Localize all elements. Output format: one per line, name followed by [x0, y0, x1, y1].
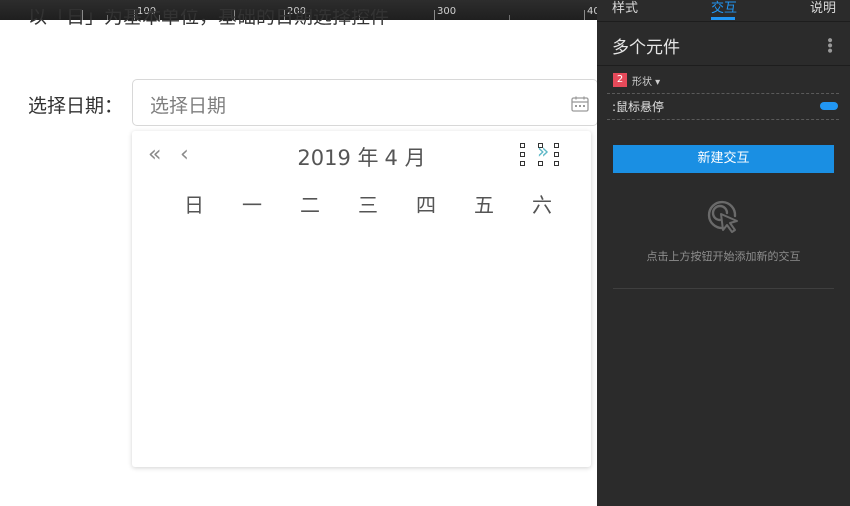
calendar-icon[interactable] — [571, 96, 589, 112]
date-input-placeholder: 选择日期 — [150, 95, 227, 117]
weekday-label: 三 — [358, 193, 378, 217]
inspector-tabs: 样式 交互 说明 — [597, 0, 850, 20]
resize-handle[interactable] — [520, 152, 525, 157]
resize-handle[interactable] — [554, 161, 559, 166]
weekday-label: 六 — [532, 193, 552, 217]
shape-selector[interactable]: 2 形状 ▾ — [613, 72, 660, 88]
tab-notes[interactable]: 说明 — [810, 0, 836, 16]
more-options-icon[interactable]: ••• — [821, 36, 837, 52]
resize-handle[interactable] — [520, 161, 525, 166]
new-interaction-button[interactable]: 新建交互 — [613, 145, 834, 173]
weekday-label: 二 — [300, 193, 320, 217]
date-input[interactable]: 选择日期 — [132, 79, 598, 126]
shape-count-badge: 2 — [613, 73, 627, 87]
app-root: 100 200 300 40 以「日」为基本单位，基础的日期选择控件 选择日期：… — [0, 0, 850, 506]
resize-handle[interactable] — [520, 143, 525, 148]
hover-event-label: :鼠标悬停 — [612, 100, 665, 114]
intro-text: 以「日」为基本单位，基础的日期选择控件 — [28, 9, 390, 28]
divider — [613, 288, 834, 289]
panel-title: 多个元件 — [612, 38, 680, 58]
tab-interaction[interactable]: 交互 — [711, 0, 737, 16]
shape-dropdown-label[interactable]: 形状 ▾ — [632, 73, 660, 88]
active-tab-indicator — [711, 17, 735, 20]
chevron-right-icon[interactable]: » — [537, 141, 549, 161]
resize-handle[interactable] — [554, 143, 559, 148]
weekday-label: 四 — [416, 193, 436, 217]
month-label[interactable]: 4 月 — [385, 146, 426, 170]
divider — [597, 21, 850, 22]
date-picker-dropdown: « ‹ 2019 年4 月 » 日 一 二 三 四 五 六 — [132, 131, 591, 467]
weekday-label: 一 — [242, 193, 262, 217]
click-cursor-icon — [707, 200, 738, 233]
hover-event-row[interactable]: :鼠标悬停 — [607, 93, 839, 120]
year-label[interactable]: 2019 年 — [297, 146, 378, 170]
ruler-tick — [584, 10, 585, 20]
ruler-label: 300 — [437, 6, 457, 17]
divider — [597, 65, 850, 66]
weekday-label: 日 — [184, 193, 204, 217]
date-field-label: 选择日期： — [28, 95, 124, 117]
ruler-tick — [434, 10, 435, 20]
resize-handle[interactable] — [554, 152, 559, 157]
hover-event-toggle[interactable] — [820, 102, 838, 110]
tab-style[interactable]: 样式 — [612, 0, 638, 16]
weekday-label: 五 — [474, 193, 494, 217]
inspector-panel: 样式 交互 说明 多个元件 ••• 2 形状 ▾ :鼠标悬停 新建交互 点击上方… — [597, 0, 850, 506]
empty-state-hint: 点击上方按钮开始添加新的交互 — [646, 250, 801, 263]
ruler-tick — [509, 15, 510, 20]
weekday-header: 日 一 二 三 四 五 六 — [165, 189, 571, 218]
